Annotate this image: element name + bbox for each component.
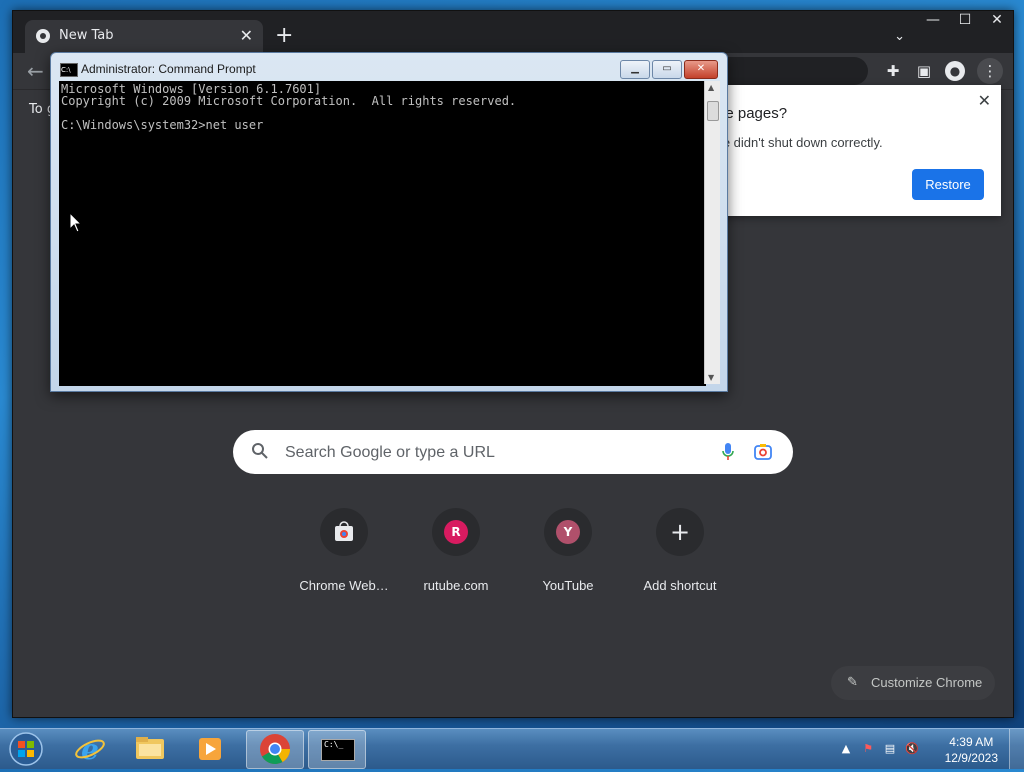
minimize-button[interactable]: — [917,11,949,31]
pencil-icon: ✎ [847,674,858,689]
start-button-icon[interactable] [6,731,46,767]
new-tab-button[interactable]: + [275,25,293,47]
chrome-web-store-icon [335,521,353,541]
restore-pages-popup: ore pages? me didn't shut down correctly… [712,85,1001,216]
command-prompt-window: C:\ Administrator: Command Prompt ▁ ▭ ✕ … [50,52,728,392]
extensions-icon[interactable]: ✚ [883,61,903,81]
scroll-thumb[interactable] [707,101,719,121]
shortcut-icon [320,508,368,556]
shortcut-rutube[interactable]: R rutube.com [400,508,512,593]
tab-search-icon[interactable]: ⌄ [894,29,905,44]
mouse-cursor-icon [70,213,82,233]
search-input[interactable] [283,440,707,466]
tab-strip: New Tab ✕ + — ☐ ✕ ⌄ [13,11,1013,53]
taskbar-command-prompt[interactable]: C:\_ [308,730,366,769]
clock-time: 4:39 AM [949,735,994,749]
shortcut-label: rutube.com [423,578,489,593]
svg-text:e: e [81,733,99,766]
scroll-up-icon[interactable]: ▲ [708,83,714,92]
scroll-down-icon[interactable]: ▼ [708,373,714,382]
menu-icon[interactable]: ⋮ [977,58,1003,84]
cmd-taskbar-icon: C:\_ [321,739,355,761]
cmd-title: Administrator: Command Prompt [81,62,256,76]
customize-label: Customize Chrome [871,675,983,690]
taskbar-file-explorer[interactable] [122,730,178,767]
volume-muted-icon[interactable]: 🔇 [905,742,919,756]
shortcut-icon: R [432,508,480,556]
profile-icon[interactable]: ● [945,61,965,81]
search-icon [252,443,268,459]
chrome-favicon-icon [36,29,50,43]
cmd-icon: C:\ [60,63,78,77]
tab-new-tab[interactable]: New Tab ✕ [25,20,263,53]
restore-button[interactable]: Restore [912,169,984,200]
popup-message: me didn't shut down correctly. [712,135,883,150]
plus-icon: + [669,518,691,546]
internet-explorer-icon: e [75,733,105,766]
shortcut-label: Add shortcut [643,578,717,593]
shortcut-chrome-web-store[interactable]: Chrome Web… [288,508,400,593]
cmd-maximize-button[interactable]: ▭ [652,60,682,79]
show-hidden-icons-icon[interactable]: ▲ [839,742,853,756]
tab-title: New Tab [59,28,114,43]
rutube-letter-icon: R [444,520,468,544]
close-window-button[interactable]: ✕ [981,11,1013,31]
youtube-letter-icon: Y [556,520,580,544]
shortcut-label: Chrome Web… [299,578,389,593]
media-player-icon [199,738,221,760]
chrome-icon [260,734,290,765]
customize-chrome-button[interactable]: ✎ Customize Chrome [831,666,995,700]
show-desktop-button[interactable] [1009,729,1024,769]
network-icon[interactable]: ▤ [883,742,897,756]
tab-close-icon[interactable]: ✕ [240,26,253,45]
cmd-close-button[interactable]: ✕ [684,60,718,79]
popup-close-icon[interactable]: ✕ [978,91,991,111]
taskbar: e C:\_ ▲ ⚑ ▤ 🔇 4:39 AM 12/9/2023 [0,728,1024,769]
microphone-icon[interactable] [721,442,735,462]
shortcut-label: YouTube [542,578,594,593]
shortcut-youtube[interactable]: Y YouTube [512,508,624,593]
console-line: Copyright (c) 2009 Microsoft Corporation… [61,94,517,108]
taskbar-internet-explorer[interactable]: e [62,730,118,767]
taskbar-chrome[interactable] [246,730,304,769]
back-icon[interactable]: ← [27,59,44,83]
shortcut-icon: Y [544,508,592,556]
console-output[interactable]: Microsoft Windows [Version 6.1.7601] Copy… [59,81,706,386]
search-box[interactable] [233,430,793,474]
maximize-button[interactable]: ☐ [949,11,981,31]
system-tray: ▲ ⚑ ▤ 🔇 4:39 AM 12/9/2023 [839,729,1024,769]
folder-icon [136,737,164,759]
cmd-minimize-button[interactable]: ▁ [620,60,650,79]
taskbar-media-player[interactable] [182,730,238,767]
vertical-scrollbar[interactable]: ▲ ▼ [704,81,720,384]
google-lens-icon[interactable] [753,442,773,462]
clock-date: 12/9/2023 [944,751,998,765]
shortcut-icon: + [656,508,704,556]
clock[interactable]: 4:39 AM 12/9/2023 [945,734,998,766]
console-line: C:\Windows\system32>net user [61,118,264,132]
add-shortcut-button[interactable]: + Add shortcut [624,508,736,593]
action-center-icon[interactable]: ⚑ [861,742,875,756]
side-panel-icon[interactable]: ▣ [914,61,934,81]
